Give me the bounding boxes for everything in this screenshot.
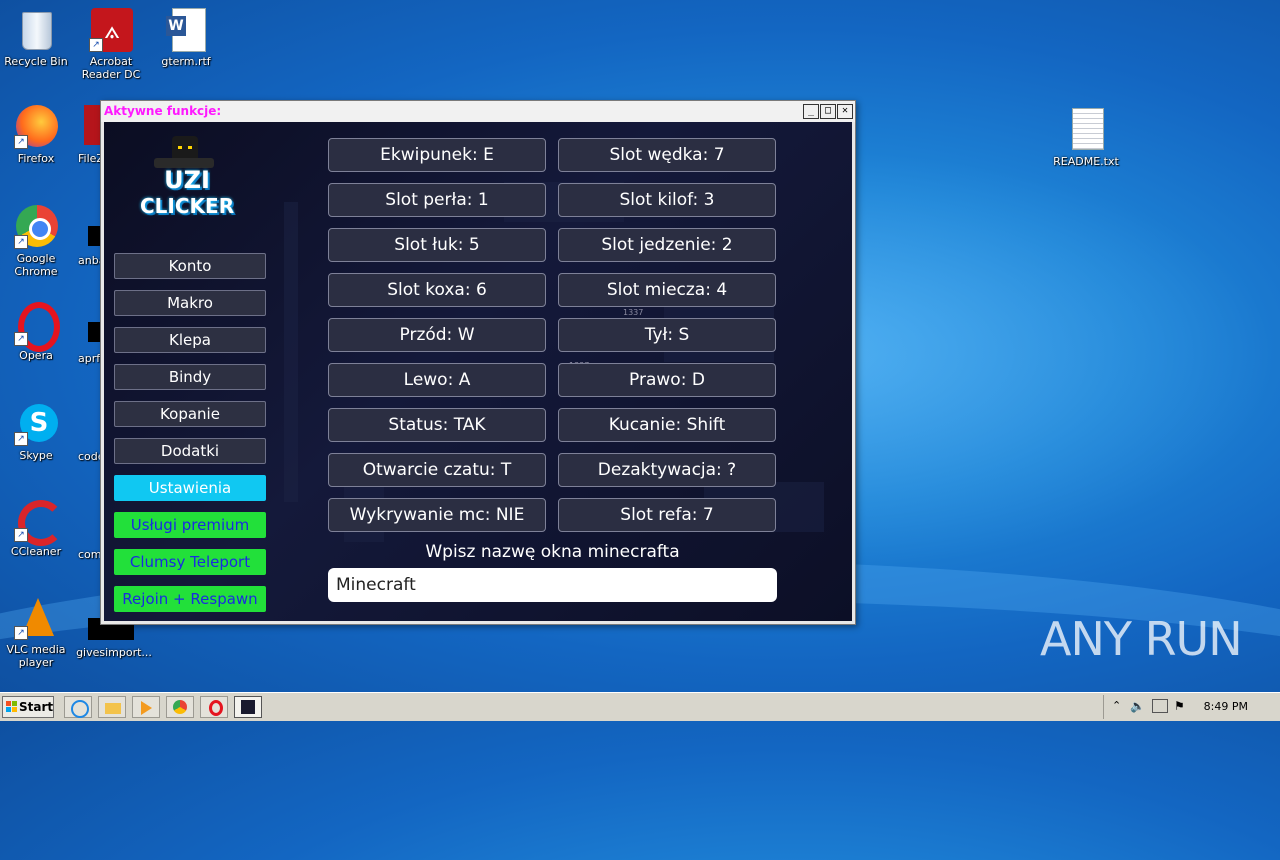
setting-slot-miecza-button[interactable]: Slot miecza: 4 xyxy=(558,273,776,307)
setting-slot-jedzenie-button[interactable]: Slot jedzenie: 2 xyxy=(558,228,776,262)
recycle-bin-icon xyxy=(14,8,58,52)
setting-wykrywanie-mc-button[interactable]: Wykrywanie mc: NIE xyxy=(328,498,546,532)
desktop-icon-skype[interactable]: S ↗ Skype xyxy=(0,402,74,462)
desktop-icon-vlc[interactable]: ↗ VLC media player xyxy=(0,596,74,669)
maximize-button[interactable]: □ xyxy=(820,104,836,119)
nav-klepa[interactable]: Klepa xyxy=(114,327,266,353)
network-icon[interactable] xyxy=(1152,699,1168,713)
opera-taskbar-icon[interactable] xyxy=(200,696,228,718)
uzi-clicker-window: Aktywne funkcje: _ □ ✕ 1337 1337 1337 UZ… xyxy=(100,100,856,625)
uzi-clicker-logo: UZI CLICKER xyxy=(140,134,236,234)
desktop-icon-givesimport[interactable]: givesimport... xyxy=(74,646,154,659)
desktop-icon-opera[interactable]: ↗ Opera xyxy=(0,302,74,362)
clock[interactable]: 8:49 PM xyxy=(1204,700,1248,713)
media-player-icon[interactable] xyxy=(132,696,160,718)
setting-prawo-button[interactable]: Prawo: D xyxy=(558,363,776,397)
word-document-icon: W xyxy=(164,8,208,52)
desktop-icon-firefox[interactable]: ↗ Firefox xyxy=(0,105,74,165)
windows-flag-icon xyxy=(6,701,17,712)
window-titlebar[interactable]: Aktywne funkcje: _ □ ✕ xyxy=(101,101,855,122)
desktop-icon-recycle-bin[interactable]: Recycle Bin xyxy=(0,8,74,68)
watermark-1337: 1337 xyxy=(623,308,644,317)
chrome-icon: ↗ xyxy=(14,205,58,249)
setting-lewo-button[interactable]: Lewo: A xyxy=(328,363,546,397)
skype-icon: S ↗ xyxy=(14,402,58,446)
vlc-icon: ↗ xyxy=(14,596,58,640)
setting-kucanie-button[interactable]: Kucanie: Shift xyxy=(558,408,776,442)
window-title: Aktywne funkcje: xyxy=(104,104,222,118)
text-file-icon xyxy=(1064,108,1108,152)
desktop-icon-chrome[interactable]: ↗ Google Chrome xyxy=(0,205,74,278)
setting-slot-kilof-button[interactable]: Slot kilof: 3 xyxy=(558,183,776,217)
opera-icon: ↗ xyxy=(14,302,60,352)
uzi-clicker-taskbar-icon[interactable] xyxy=(234,696,262,718)
nav-ustawienia[interactable]: Ustawienia xyxy=(114,475,266,501)
setting-ekwipunek-button[interactable]: Ekwipunek: E xyxy=(328,138,546,172)
setting-tyl-button[interactable]: Tył: S xyxy=(558,318,776,352)
nav-uslugi-premium[interactable]: Usługi premium xyxy=(114,512,266,538)
nav-dodatki[interactable]: Dodatki xyxy=(114,438,266,464)
firefox-icon: ↗ xyxy=(14,105,58,149)
nav-konto[interactable]: Konto xyxy=(114,253,266,279)
desktop-icon-gterm[interactable]: W gterm.rtf xyxy=(148,8,224,68)
chrome-taskbar-icon[interactable] xyxy=(166,696,194,718)
desktop-icon-ccleaner[interactable]: ↗ CCleaner xyxy=(0,498,74,558)
close-button[interactable]: ✕ xyxy=(837,104,853,119)
setting-slot-luk-button[interactable]: Slot łuk: 5 xyxy=(328,228,546,262)
setting-przod-button[interactable]: Przód: W xyxy=(328,318,546,352)
setting-status-button[interactable]: Status: TAK xyxy=(328,408,546,442)
setting-slot-koxa-button[interactable]: Slot koxa: 6 xyxy=(328,273,546,307)
window-name-input[interactable] xyxy=(328,568,777,602)
action-center-flag-icon[interactable]: ⚑ xyxy=(1174,699,1185,713)
desktop-icon-comr[interactable]: comr xyxy=(66,548,106,561)
file-explorer-icon[interactable] xyxy=(98,696,126,718)
app-client-area: 1337 1337 1337 UZI CLICKER Konto Makro K… xyxy=(104,122,852,621)
setting-otwarcie-czatu-button[interactable]: Otwarcie czatu: T xyxy=(328,453,546,487)
nav-clumsy-teleport[interactable]: Clumsy Teleport xyxy=(114,549,266,575)
desktop-icon-readme[interactable]: README.txt xyxy=(1048,108,1124,168)
nav-bindy[interactable]: Bindy xyxy=(114,364,266,390)
window-name-label: Wpisz nazwę okna minecrafta xyxy=(425,542,680,562)
anyrun-watermark: ANY RUN xyxy=(1040,612,1243,666)
nav-rejoin-respawn[interactable]: Rejoin + Respawn xyxy=(114,586,266,612)
acrobat-icon: ⟑ ↗ xyxy=(89,8,133,52)
setting-dezaktywacja-button[interactable]: Dezaktywacja: ? xyxy=(558,453,776,487)
nav-makro[interactable]: Makro xyxy=(114,290,266,316)
setting-slot-refa-button[interactable]: Slot refa: 7 xyxy=(558,498,776,532)
desktop-icon-aprf[interactable]: aprf xyxy=(66,352,102,365)
desktop-icon-code[interactable]: code xyxy=(66,450,105,463)
nav-kopanie[interactable]: Kopanie xyxy=(114,401,266,427)
minimize-button[interactable]: _ xyxy=(803,104,819,119)
setting-slot-perla-button[interactable]: Slot perła: 1 xyxy=(328,183,546,217)
taskbar: Start ⌃ 🔈 ⚑ 8:49 PM xyxy=(0,692,1280,721)
desktop-icon-acrobat[interactable]: ⟑ ↗ Acrobat Reader DC xyxy=(73,8,149,81)
volume-icon[interactable]: 🔈 xyxy=(1130,699,1145,713)
ccleaner-icon: ↗ xyxy=(14,498,64,546)
show-hidden-icons-icon[interactable]: ⌃ xyxy=(1112,699,1121,712)
internet-explorer-icon[interactable] xyxy=(64,696,92,718)
setting-slot-wedka-button[interactable]: Slot wędka: 7 xyxy=(558,138,776,172)
desktop-icon-anba[interactable]: anba xyxy=(66,254,105,267)
start-button[interactable]: Start xyxy=(2,696,54,718)
system-tray: ⌃ 🔈 ⚑ 8:49 PM xyxy=(1103,695,1280,719)
